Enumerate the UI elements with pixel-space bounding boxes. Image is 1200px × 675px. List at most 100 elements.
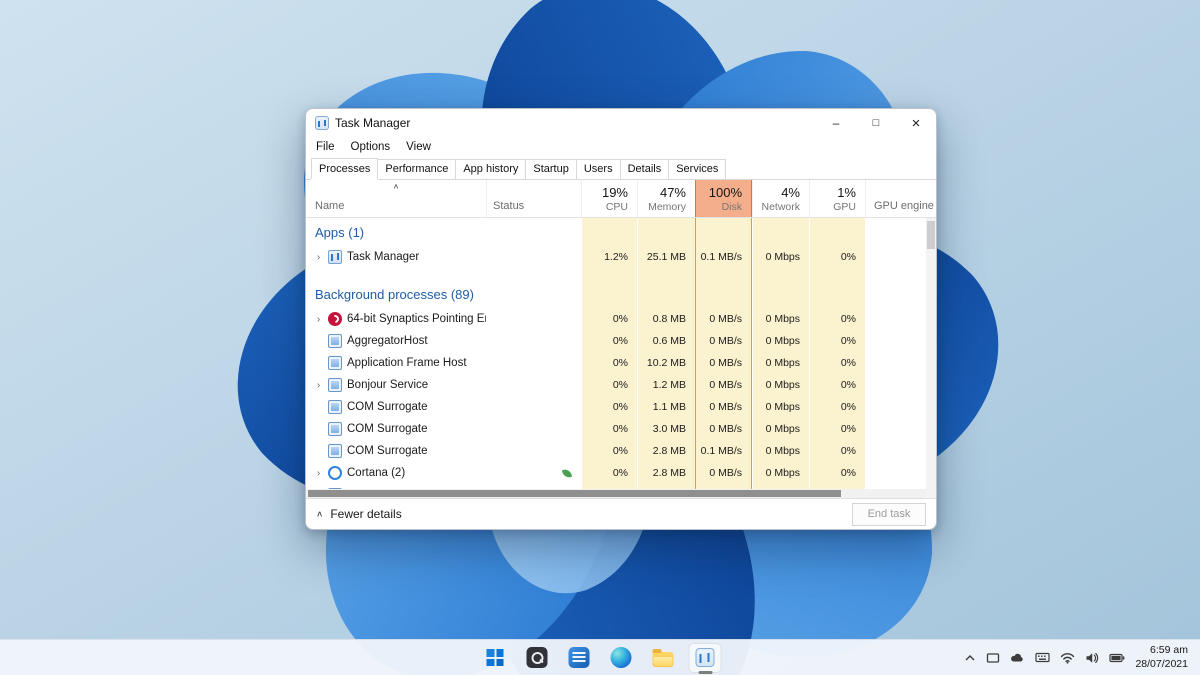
gpu-engine-cell (865, 352, 926, 374)
end-task-button[interactable]: End task (852, 503, 926, 526)
process-row[interactable]: › 64-bit Synaptics Pointing Enhan… 0% 0.… (306, 308, 926, 330)
column-header-cpu[interactable]: 19% CPU (581, 180, 637, 217)
vertical-scrollbar-thumb[interactable] (927, 221, 935, 249)
maximize-button[interactable]: □ (856, 109, 896, 137)
sort-ascending-icon: ∧ (393, 182, 400, 191)
tab-users[interactable]: Users (576, 159, 621, 179)
status-cell (486, 374, 581, 396)
volume-icon[interactable] (1085, 652, 1099, 664)
empty-heat-cell (752, 218, 809, 246)
process-list: Apps (1) › Task Manager 1.2% 25.1 MB 0.1… (306, 218, 926, 489)
empty-heat-cell (581, 268, 637, 280)
column-header-gpu-engine[interactable]: GPU engine (865, 180, 936, 217)
menu-view[interactable]: View (406, 141, 431, 153)
tray-tablet-icon[interactable] (986, 652, 1000, 664)
taskbar-task-manager[interactable] (689, 643, 722, 673)
taskbar-app-blue[interactable] (563, 643, 596, 673)
status-cell (486, 246, 581, 268)
tab-startup[interactable]: Startup (525, 159, 576, 179)
edge-browser-icon (611, 647, 632, 668)
taskbar-file-explorer[interactable] (647, 643, 680, 673)
memory-value-cell: 2.8 MB (637, 440, 695, 462)
desktop: Task Manager – □ × File Options View Pro… (0, 0, 1200, 675)
tab-details[interactable]: Details (620, 159, 670, 179)
process-row[interactable]: COM Surrogate 0% 1.1 MB 0 MB/s 0 Mbps 0% (306, 396, 926, 418)
process-row[interactable]: › Cortana (2) 0% 2.8 MB 0 MB/s 0 Mbps 0% (306, 462, 926, 484)
task-manager-icon (696, 648, 715, 667)
empty-heat-cell (695, 268, 752, 280)
group-header-row[interactable]: Background processes (89) (306, 280, 926, 308)
horizontal-scrollbar-thumb[interactable] (308, 490, 841, 497)
horizontal-scrollbar[interactable] (306, 489, 926, 498)
gpu-value-cell: 0% (809, 396, 865, 418)
gpu-engine-cell (865, 308, 926, 330)
tray-cloud-icon[interactable] (1010, 652, 1025, 663)
expand-chevron-icon[interactable]: › (314, 252, 323, 263)
column-header-gpu[interactable]: 1% GPU (809, 180, 865, 217)
group-label: Apps (1) (306, 218, 486, 246)
column-header-network[interactable]: 4% Network (752, 180, 809, 217)
tab-app-history[interactable]: App history (455, 159, 526, 179)
network-value-cell: 0 Mbps (752, 246, 809, 268)
group-header-row[interactable] (306, 268, 926, 280)
process-row[interactable]: Application Frame Host 0% 10.2 MB 0 MB/s… (306, 352, 926, 374)
column-header-status[interactable]: Status (486, 180, 581, 217)
gpu-value-cell: 0% (809, 308, 865, 330)
gpu-engine-cell (865, 246, 926, 268)
column-header-memory[interactable]: 47% Memory (637, 180, 695, 217)
process-icon (328, 378, 342, 392)
empty-heat-cell (637, 218, 695, 246)
process-row[interactable]: AggregatorHost 0% 0.6 MB 0 MB/s 0 Mbps 0… (306, 330, 926, 352)
task-manager-icon (315, 116, 329, 130)
expand-chevron-icon[interactable]: › (314, 468, 323, 479)
tab-processes[interactable]: Processes (311, 158, 378, 179)
menu-file[interactable]: File (316, 141, 335, 153)
gpu-engine-cell (865, 418, 926, 440)
group-label: Background processes (89) (306, 280, 486, 308)
vertical-scrollbar[interactable] (926, 218, 936, 498)
gpu-engine-cell (865, 396, 926, 418)
process-row[interactable]: COM Surrogate 0% 2.8 MB 0.1 MB/s 0 Mbps … (306, 440, 926, 462)
network-value-cell: 0 Mbps (752, 396, 809, 418)
memory-value-cell: 0.6 MB (637, 330, 695, 352)
disk-value-cell: 0.1 MB/s (695, 246, 752, 268)
expand-chevron-icon[interactable]: › (314, 314, 323, 325)
window-titlebar[interactable]: Task Manager – □ × (306, 109, 936, 137)
minimize-button[interactable]: – (816, 109, 856, 137)
process-icon (328, 444, 342, 458)
tab-services[interactable]: Services (668, 159, 726, 179)
process-row[interactable]: › Bonjour Service 0% 1.2 MB 0 MB/s 0 Mbp… (306, 374, 926, 396)
process-icon (328, 334, 342, 348)
empty-heat-cell (637, 268, 695, 280)
disk-value-cell: 0 MB/s (695, 462, 752, 484)
store-icon (569, 647, 590, 668)
network-value-cell: 0 Mbps (752, 418, 809, 440)
tray-keyboard-icon[interactable] (1035, 652, 1050, 663)
column-header-disk[interactable]: 100% Disk (695, 180, 752, 217)
status-cell (486, 330, 581, 352)
process-name: COM Surrogate (347, 445, 428, 457)
battery-icon[interactable] (1109, 653, 1125, 663)
expand-chevron-icon[interactable]: › (314, 380, 323, 391)
process-row[interactable]: COM Surrogate 0% 3.0 MB 0 MB/s 0 Mbps 0% (306, 418, 926, 440)
taskbar: 6:59 am 28/07/2021 (0, 639, 1200, 675)
start-button[interactable] (479, 643, 512, 673)
menu-options[interactable]: Options (351, 141, 391, 153)
network-value-cell: 0 Mbps (752, 462, 809, 484)
column-header-name[interactable]: ∧ Name (306, 180, 486, 217)
close-button[interactable]: × (896, 109, 936, 137)
clock-date: 28/07/2021 (1135, 658, 1188, 672)
taskbar-clock[interactable]: 6:59 am 28/07/2021 (1135, 644, 1188, 671)
process-icon (328, 400, 342, 414)
taskbar-app-dark[interactable] (521, 643, 554, 673)
wifi-icon[interactable] (1060, 652, 1075, 664)
tray-chevron-up-icon[interactable] (964, 653, 976, 663)
taskbar-edge[interactable] (605, 643, 638, 673)
group-header-row[interactable]: Apps (1) (306, 218, 926, 246)
disk-value-cell: 0.1 MB/s (695, 440, 752, 462)
process-row[interactable]: › Task Manager 1.2% 25.1 MB 0.1 MB/s 0 M… (306, 246, 926, 268)
gpu-value-cell: 0% (809, 462, 865, 484)
tab-performance[interactable]: Performance (377, 159, 456, 179)
gpu-engine-cell (865, 440, 926, 462)
fewer-details-toggle[interactable]: ∧ Fewer details (316, 507, 402, 521)
